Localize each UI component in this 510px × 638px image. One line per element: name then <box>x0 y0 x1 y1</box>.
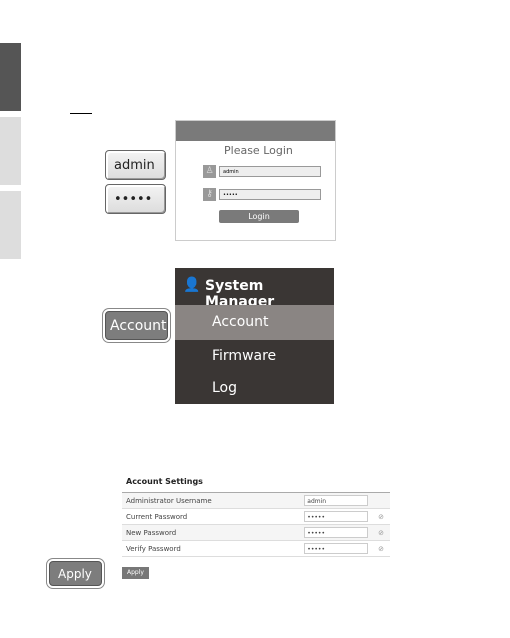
row-input[interactable]: ••••• <box>304 543 369 554</box>
key-icon: ⚷ <box>203 188 216 201</box>
row-input[interactable]: admin <box>304 495 369 506</box>
callout-apply: Apply <box>49 561 102 586</box>
apply-button[interactable]: Apply <box>122 567 149 579</box>
menu-item-log[interactable]: Log <box>175 372 334 404</box>
menu-item-account[interactable]: Account <box>175 305 334 340</box>
show-password-icon[interactable]: ⊘ <box>378 513 384 521</box>
underline-rule <box>70 113 92 114</box>
table-row: Administrator Username admin <box>122 492 390 509</box>
row-input[interactable]: ••••• <box>304 527 369 538</box>
callout-password: ••••• <box>105 184 166 214</box>
menu-item-firmware[interactable]: Firmware <box>175 340 334 372</box>
section-tab <box>0 117 21 185</box>
table-row: New Password ••••• ⊘ <box>122 524 390 541</box>
user-icon: ♙ <box>203 165 216 178</box>
row-input[interactable]: ••••• <box>304 511 369 522</box>
section-tab-active <box>0 43 21 111</box>
login-title: Please Login <box>224 144 293 157</box>
section-tab <box>0 191 21 259</box>
password-input[interactable]: ••••• <box>219 189 321 200</box>
username-input[interactable]: admin <box>219 166 321 177</box>
row-label: Verify Password <box>122 540 301 557</box>
callout-username: admin <box>105 150 166 180</box>
system-manager-menu: 👤 System Manager Account Firmware Log <box>175 268 334 404</box>
user-icon: 👤 <box>183 277 201 293</box>
account-settings-table: Administrator Username admin Current Passw… <box>122 492 390 557</box>
show-password-icon[interactable]: ⊘ <box>378 545 384 553</box>
row-label: Administrator Username <box>122 492 301 509</box>
table-row: Verify Password ••••• ⊘ <box>122 540 390 557</box>
account-settings-title: Account Settings <box>126 477 203 486</box>
show-password-icon[interactable]: ⊘ <box>378 529 384 537</box>
row-label: Current Password <box>122 508 301 525</box>
login-panel: Please Login ♙ admin ⚷ ••••• Login <box>175 120 336 241</box>
login-button[interactable]: Login <box>219 210 299 223</box>
table-row: Current Password ••••• ⊘ <box>122 508 390 525</box>
login-header <box>176 121 335 141</box>
row-label: New Password <box>122 524 301 541</box>
callout-account: Account <box>105 311 168 340</box>
